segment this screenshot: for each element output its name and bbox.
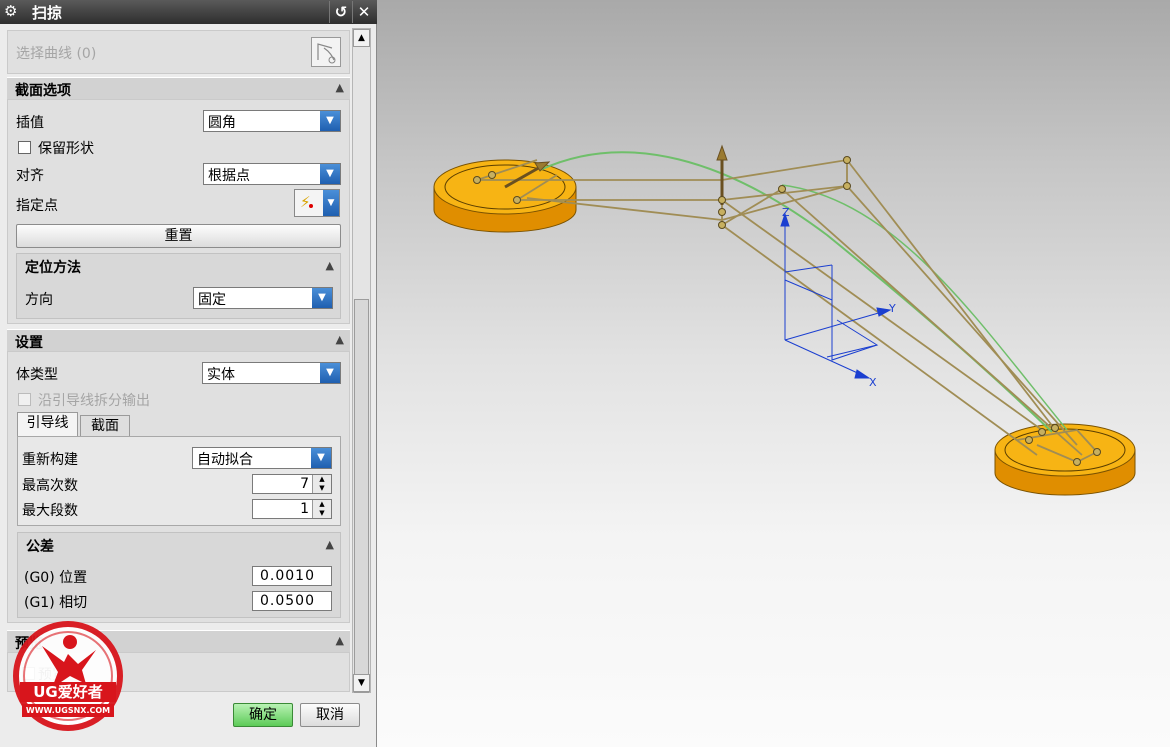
chevron-down-icon[interactable]: ▼ <box>320 363 340 383</box>
ugsnx-watermark-logo: UG爱好者 WWW.UGSNX.COM <box>12 620 124 732</box>
settings-body: 体类型 实体 ▼ 沿引导线拆分输出 引导线 截面 重新构建 自动拟合 ▼ 最高次… <box>7 351 350 623</box>
collapse-icon[interactable]: ▲ <box>336 333 344 346</box>
curve-select-icon[interactable] <box>311 37 341 67</box>
orientation-group: 定位方法 ▲ 方向 固定 ▼ <box>16 253 341 319</box>
max-segments-spinner[interactable]: 1 ▲ ▼ <box>252 499 332 519</box>
keep-shape-label: 保留形状 <box>38 141 94 157</box>
scroll-up-icon[interactable]: ▲ <box>353 29 370 47</box>
rebuild-label: 重新构建 <box>22 452 78 468</box>
dialog-title: 扫掠 <box>32 4 63 22</box>
rebuild-select[interactable]: 自动拟合 ▼ <box>192 447 332 469</box>
scroll-thumb[interactable] <box>354 299 369 693</box>
chevron-down-icon[interactable]: ▼ <box>320 164 340 184</box>
body-type-select[interactable]: 实体 ▼ <box>202 362 341 384</box>
guide-curve[interactable] <box>539 151 1053 433</box>
split-output-checkbox[interactable] <box>18 393 31 406</box>
wcs-triad <box>780 212 892 379</box>
collapse-icon[interactable]: ▲ <box>326 259 334 272</box>
body-type-label: 体类型 <box>16 367 58 383</box>
max-degree-label: 最高次数 <box>22 478 78 494</box>
point-lightning-icon: ⚡ <box>300 193 311 211</box>
collapse-icon[interactable]: ▲ <box>336 81 344 94</box>
max-degree-spinner[interactable]: 7 ▲ ▼ <box>252 474 332 494</box>
watermark-brand: UG爱好者 <box>20 682 116 702</box>
select-curve-label[interactable]: 选择曲线 (0) <box>16 43 96 63</box>
section-options-title: 截面选项 <box>15 83 71 99</box>
orientation-title: 定位方法 <box>25 260 81 276</box>
scroll-down-icon[interactable]: ▼ <box>353 674 370 692</box>
g1-value: 0.0500 <box>260 593 315 609</box>
watermark-url: WWW.UGSNX.COM <box>22 704 114 717</box>
g1-input[interactable]: 0.0500 <box>252 591 332 611</box>
max-segments-label: 最大段数 <box>22 503 78 519</box>
align-value: 根据点 <box>208 168 250 184</box>
body-type-value: 实体 <box>207 367 235 383</box>
model-canvas[interactable]: Z Y X <box>377 0 1170 747</box>
g0-value: 0.0010 <box>260 568 315 584</box>
reset-dialog-icon[interactable]: ↺ <box>329 1 352 23</box>
interpolation-select[interactable]: 圆角 ▼ <box>203 110 341 132</box>
specify-point-label: 指定点 <box>16 198 58 214</box>
interpolation-label: 插值 <box>16 115 44 131</box>
g1-label: (G1) 相切 <box>24 595 88 611</box>
guide-tab-panel: 重新构建 自动拟合 ▼ 最高次数 7 ▲ ▼ 最大段数 1 ▲ ▼ <box>17 436 341 526</box>
axis-label-x: X <box>869 376 877 389</box>
graphics-viewport[interactable]: Z Y X <box>377 0 1170 747</box>
g0-label: (G0) 位置 <box>24 570 88 586</box>
interpolation-value: 圆角 <box>208 115 236 131</box>
axis-label-y: Y <box>888 302 896 315</box>
right-disc[interactable] <box>994 423 1136 496</box>
spinner-arrows-icon[interactable]: ▲ ▼ <box>312 475 331 493</box>
cancel-button[interactable]: 取消 <box>300 703 360 727</box>
max-segments-value: 1 <box>300 501 309 517</box>
section-options-header[interactable]: 截面选项 ▲ <box>7 77 350 99</box>
point-dialog-button[interactable]: ⚡ ▼ <box>294 189 340 217</box>
tolerance-group: 公差 ▲ (G0) 位置 0.0010 (G1) 相切 0.0500 <box>17 532 341 618</box>
close-icon[interactable]: ✕ <box>352 1 375 23</box>
align-select[interactable]: 根据点 ▼ <box>203 163 341 185</box>
split-output-label: 沿引导线拆分输出 <box>38 393 150 409</box>
direction-value: 固定 <box>198 292 226 308</box>
rebuild-value: 自动拟合 <box>197 452 253 468</box>
guide-group: 选择曲线 (0) <box>7 30 350 74</box>
guide-curve-2 <box>781 184 1068 431</box>
ok-button[interactable]: 确定 <box>233 703 293 727</box>
collapse-icon[interactable]: ▲ <box>336 634 344 647</box>
tab-section[interactable]: 截面 <box>80 415 130 437</box>
g0-input[interactable]: 0.0010 <box>252 566 332 586</box>
direction-label: 方向 <box>25 292 53 308</box>
tolerance-title: 公差 <box>26 539 54 555</box>
chevron-down-icon[interactable]: ▼ <box>323 190 339 216</box>
section-options-body: 插值 圆角 ▼ 保留形状 对齐 根据点 ▼ 指定点 ⚡ ▼ 重置 定位方法 ▲ … <box>7 99 350 324</box>
chevron-down-icon[interactable]: ▼ <box>312 288 332 308</box>
dialog-titlebar[interactable]: ⚙ 扫掠 ↺ ✕ <box>0 0 377 24</box>
settings-header[interactable]: 设置 ▲ <box>7 329 350 351</box>
align-label: 对齐 <box>16 168 44 184</box>
chevron-down-icon[interactable]: ▼ <box>320 111 340 131</box>
chevron-down-icon[interactable]: ▼ <box>311 448 331 468</box>
point-marker-icon <box>309 204 313 208</box>
dialog-scrollbar[interactable]: ▲ ▼ <box>352 28 371 693</box>
reset-button[interactable]: 重置 <box>16 224 341 248</box>
settings-title: 设置 <box>15 335 43 351</box>
keep-shape-checkbox[interactable] <box>18 141 31 154</box>
axis-label-z: Z <box>782 206 790 219</box>
tab-guide[interactable]: 引导线 <box>17 412 78 436</box>
collapse-icon[interactable]: ▲ <box>326 538 334 551</box>
spinner-arrows-icon[interactable]: ▲ ▼ <box>312 500 331 518</box>
gear-icon[interactable]: ⚙ <box>4 2 17 20</box>
max-degree-value: 7 <box>300 476 309 492</box>
direction-select[interactable]: 固定 ▼ <box>193 287 333 309</box>
